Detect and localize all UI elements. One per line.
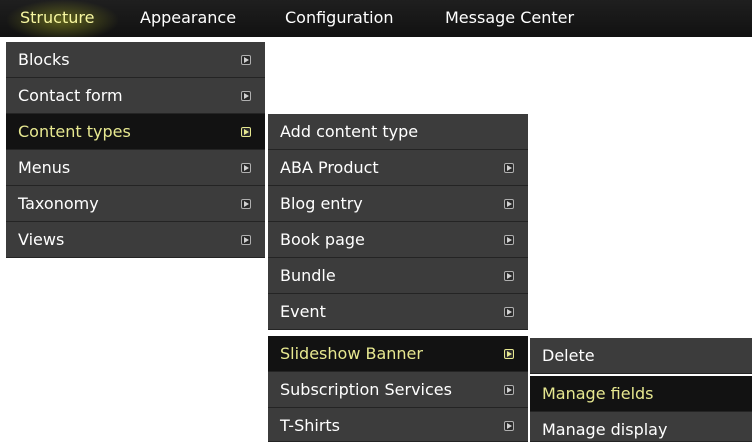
menu-item-content-types[interactable]: Content types: [6, 114, 265, 150]
menu-item-label: Taxonomy: [18, 194, 99, 213]
menu-item-blog-entry[interactable]: Blog entry: [268, 186, 528, 222]
submenu-arrow-icon: [504, 163, 514, 173]
menu-item-manage-display[interactable]: Manage display: [530, 412, 752, 442]
menu-item-subscription-services[interactable]: Subscription Services: [268, 372, 528, 408]
submenu-arrow-icon: [504, 199, 514, 209]
menubar-item-configuration[interactable]: Configuration: [285, 0, 394, 37]
menu-item-label: Delete: [542, 346, 595, 365]
menu-item-manage-fields[interactable]: Manage fields: [530, 376, 752, 412]
menu-item-label: Add content type: [280, 122, 419, 141]
menu-item-label: Book page: [280, 230, 365, 249]
content-types-submenu: Add content type ABA Product Blog entry …: [268, 114, 528, 442]
menu-item-label: ABA Product: [280, 158, 379, 177]
menu-item-label: Subscription Services: [280, 380, 452, 399]
menu-item-aba-product[interactable]: ABA Product: [268, 150, 528, 186]
slideshow-banner-submenu: Delete Manage fields Manage display: [530, 338, 752, 442]
menu-item-blocks[interactable]: Blocks: [6, 42, 265, 78]
menu-item-label: Contact form: [18, 86, 123, 105]
menubar-item-structure[interactable]: Structure: [7, 0, 118, 37]
submenu-arrow-icon: [504, 421, 514, 431]
menu-item-bundle[interactable]: Bundle: [268, 258, 528, 294]
submenu-arrow-icon: [504, 271, 514, 281]
menu-item-event[interactable]: Event: [268, 294, 528, 330]
submenu-arrow-icon: [504, 385, 514, 395]
menu-item-views[interactable]: Views: [6, 222, 265, 258]
admin-menubar: Structure Appearance Configuration Messa…: [0, 0, 752, 37]
menu-item-book-page[interactable]: Book page: [268, 222, 528, 258]
menu-item-menus[interactable]: Menus: [6, 150, 265, 186]
menu-item-label: Content types: [18, 122, 131, 141]
menubar-item-appearance[interactable]: Appearance: [140, 0, 236, 37]
submenu-arrow-icon: [241, 127, 251, 137]
menu-item-label: Manage display: [542, 420, 668, 439]
menu-item-label: Menus: [18, 158, 71, 177]
structure-dropdown-menu: Blocks Contact form Content types Menus …: [6, 42, 265, 260]
submenu-arrow-icon: [241, 199, 251, 209]
submenu-arrow-icon: [241, 91, 251, 101]
submenu-arrow-icon: [504, 235, 514, 245]
submenu-arrow-icon: [241, 163, 251, 173]
menu-item-label: Views: [18, 230, 65, 249]
menu-item-add-content-type[interactable]: Add content type: [268, 114, 528, 150]
menu-item-contact-form[interactable]: Contact form: [6, 78, 265, 114]
submenu-arrow-icon: [241, 235, 251, 245]
menu-item-label: T-Shirts: [280, 416, 341, 435]
menu-item-delete[interactable]: Delete: [530, 338, 752, 374]
submenu-arrow-icon: [504, 349, 514, 359]
menu-item-label: Event: [280, 302, 326, 321]
menu-item-slideshow-banner[interactable]: Slideshow Banner: [268, 336, 528, 372]
menu-item-label: Blog entry: [280, 194, 363, 213]
menu-item-label: Bundle: [280, 266, 336, 285]
menu-item-t-shirts[interactable]: T-Shirts: [268, 408, 528, 442]
menu-item-label: Manage fields: [542, 384, 654, 403]
menu-item-label: Blocks: [18, 50, 70, 69]
submenu-arrow-icon: [504, 307, 514, 317]
menu-item-taxonomy[interactable]: Taxonomy: [6, 186, 265, 222]
menu-item-label: Slideshow Banner: [280, 344, 423, 363]
menubar-item-message-center[interactable]: Message Center: [445, 0, 574, 37]
submenu-arrow-icon: [241, 55, 251, 65]
